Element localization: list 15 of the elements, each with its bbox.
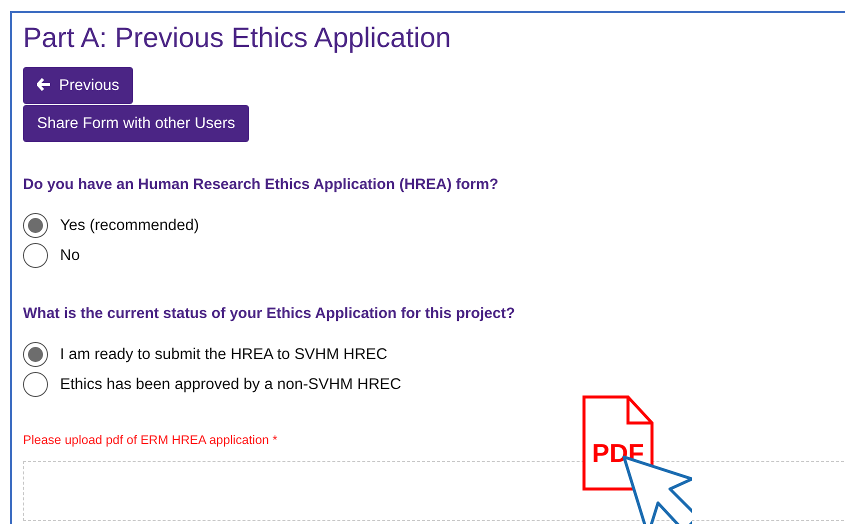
page-title: Part A: Previous Ethics Application — [23, 21, 452, 55]
radio-button[interactable] — [23, 342, 48, 367]
share-button[interactable]: Share Form with other Users — [23, 104, 250, 142]
question-label: Do you have an Human Research Ethics Application (HREA) form? — [23, 175, 500, 196]
radio-label: I am ready to submit the HREA to SVHM HREC — [60, 344, 388, 365]
upload-label: Please upload pdf of ERM HREA application * — [23, 432, 278, 450]
radio-button[interactable] — [23, 213, 48, 238]
radio-label: No — [60, 246, 80, 266]
arrow-left-icon — [37, 78, 51, 91]
radio-button[interactable] — [23, 372, 48, 397]
previous-button[interactable]: Previous — [23, 66, 134, 104]
radio-label: Yes (recommended) — [60, 216, 199, 236]
question-label: What is the current status of your Ethics Application for this project? — [23, 304, 516, 324]
radio-label: Ethics has been approved by a non-SVHM HREC — [60, 374, 402, 395]
radio-button[interactable] — [23, 243, 48, 268]
